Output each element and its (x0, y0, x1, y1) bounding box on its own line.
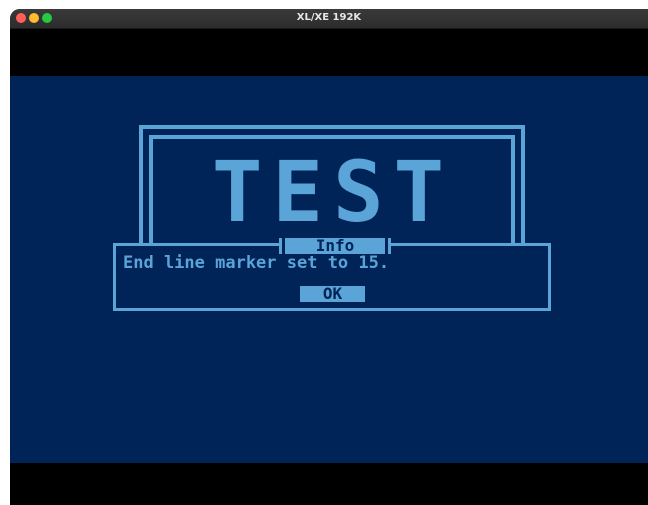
ok-button[interactable]: OK (300, 286, 365, 302)
window-title: XL/XE 192K (296, 12, 362, 23)
title-bar-left (279, 238, 282, 254)
title-bar-right (388, 238, 391, 254)
dialog-title-tab: Info (279, 238, 391, 254)
dialog-message: End line marker set to 15. (123, 253, 390, 273)
emulator-window: XL/XE 192K TEST Info End line marker set… (10, 9, 648, 505)
title-bar[interactable]: XL/XE 192K (10, 9, 648, 29)
dialog-title: Info (285, 238, 385, 254)
banner-title: TEST (211, 143, 455, 241)
